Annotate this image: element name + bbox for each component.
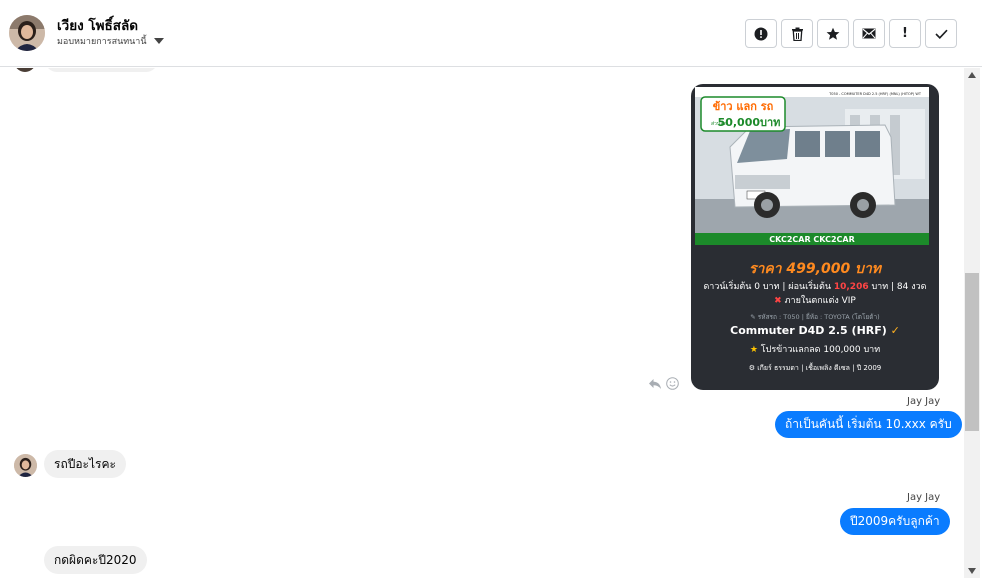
contact-name[interactable]: เวียง โพธิ์สลัด bbox=[57, 14, 138, 36]
message-bubble-outgoing[interactable]: ถ้าเป็นคันนี้ เริ่มต้น 10.xxx ครับ bbox=[775, 411, 962, 438]
assign-conversation-dropdown[interactable]: มอบหมายการสนทนานี้ bbox=[57, 34, 164, 48]
verified-icon: ✓ bbox=[890, 324, 900, 337]
mark-unread-button[interactable] bbox=[853, 19, 885, 48]
star-icon bbox=[826, 27, 840, 40]
tag-icon: ✎ bbox=[750, 313, 756, 321]
x-icon: ✖ bbox=[774, 296, 782, 306]
message-thread[interactable]: CKC2CAR CKC2CAR ข้าว แลก รถ ส่วนลด 50,00… bbox=[0, 68, 964, 580]
car-listing-card[interactable]: CKC2CAR CKC2CAR ข้าว แลก รถ ส่วนลด 50,00… bbox=[691, 84, 939, 390]
mark-done-button[interactable] bbox=[925, 19, 957, 48]
reply-icon[interactable] bbox=[648, 378, 662, 390]
van-image: CKC2CAR CKC2CAR ข้าว แลก รถ ส่วนลด 50,00… bbox=[695, 87, 929, 245]
scroll-down-arrow-icon[interactable] bbox=[968, 568, 976, 574]
car-photo: CKC2CAR CKC2CAR ข้าว แลก รถ ส่วนลด 50,00… bbox=[695, 87, 929, 245]
spam-button[interactable]: ! bbox=[889, 19, 921, 48]
header-actions: ! bbox=[745, 19, 957, 48]
message-bubble-incoming[interactable]: รถปีอะไรคะ bbox=[44, 450, 126, 478]
contact-avatar[interactable] bbox=[9, 15, 45, 51]
promo-banner-line1: ข้าว แลก รถ bbox=[713, 100, 774, 113]
conversation-header: เวียง โพธิ์สลัด มอบหมายการสนทนานี้ ! bbox=[0, 0, 982, 67]
gear-icon: ⚙ bbox=[748, 364, 756, 372]
scroll-up-arrow-icon[interactable] bbox=[968, 72, 976, 78]
exclamation-icon: ! bbox=[902, 26, 908, 41]
promo-banner-amount: 50,000บาท bbox=[718, 116, 781, 129]
star-icon: ★ bbox=[749, 345, 758, 355]
messenger-window: เวียง โพธิ์สลัด มอบหมายการสนทนานี้ ! CKC… bbox=[0, 0, 982, 580]
interior-feature: ✖ ภายในตกแต่ง VIP bbox=[774, 296, 856, 306]
mail-icon bbox=[862, 28, 876, 39]
model-tag: T050 - COMMUTER D4D 2.5 (HRF) (MNL) (HIT… bbox=[828, 92, 922, 96]
sender-name: Jay Jay bbox=[907, 396, 941, 407]
emoji-reaction-icon[interactable] bbox=[666, 377, 679, 390]
assign-label: มอบหมายการสนทนานี้ bbox=[57, 37, 147, 47]
avatar-photo bbox=[9, 15, 45, 51]
car-meta: ✎ รหัสรถ : T050 | ยี่ห้อ : TOYOTA (โตโยต… bbox=[750, 313, 880, 321]
chat-scrollbar[interactable] bbox=[964, 68, 980, 578]
car-promo: ★ โปรข้าวแลกลด 100,000 บาท bbox=[749, 345, 881, 355]
report-button[interactable] bbox=[745, 19, 777, 48]
scrollbar-thumb[interactable] bbox=[965, 273, 979, 431]
report-icon bbox=[754, 27, 768, 40]
car-model: Commuter D4D 2.5 (HRF) ✓ bbox=[730, 324, 900, 337]
caret-down-icon bbox=[153, 38, 164, 44]
message-bubble-incoming[interactable]: กดผิดคะปี2020 bbox=[44, 546, 147, 574]
trash-icon bbox=[791, 27, 803, 41]
financing-terms: ดาวน์เริ่มต้น 0 บาท | ผ่อนเริ่มต้น 10,20… bbox=[703, 282, 927, 292]
star-button[interactable] bbox=[817, 19, 849, 48]
avatar-photo bbox=[14, 454, 37, 477]
contact-avatar-small bbox=[14, 454, 37, 477]
banner-text: CKC2CAR CKC2CAR bbox=[769, 235, 855, 244]
message-bubble-outgoing[interactable]: ปี2009ครับลูกค้า bbox=[840, 508, 950, 535]
message-bubble-partial bbox=[45, 68, 158, 72]
delete-button[interactable] bbox=[781, 19, 813, 48]
car-specs: ⚙ เกียร์ ธรรมดา | เชื้อเพลิง ดีเซล | ปี … bbox=[748, 364, 882, 372]
sender-name: Jay Jay bbox=[907, 492, 941, 503]
contact-avatar-small bbox=[14, 68, 36, 72]
message-actions bbox=[648, 377, 679, 390]
car-price: ราคา 499,000 บาท bbox=[748, 261, 882, 277]
check-icon bbox=[934, 29, 948, 39]
